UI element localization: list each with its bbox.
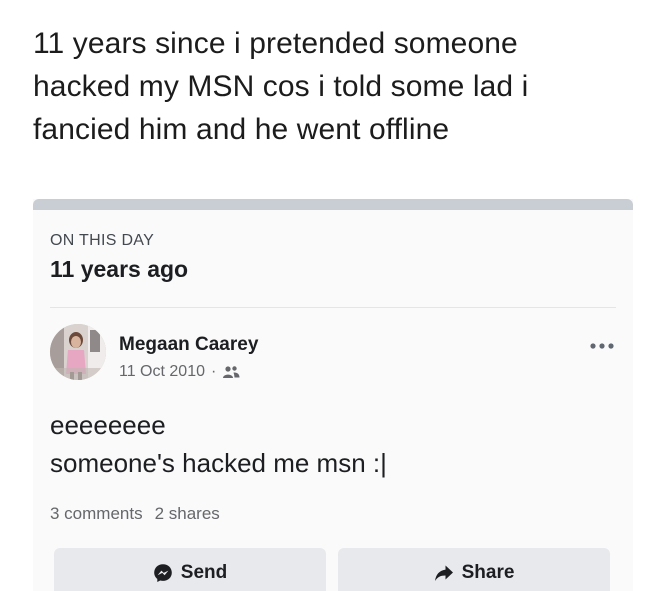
years-ago-title: 11 years ago (50, 256, 189, 282)
avatar[interactable] (50, 324, 106, 380)
tweet-line: fancied him and he went offline (33, 113, 450, 146)
send-label: Send (180, 562, 228, 583)
tweet-text: 11 years since i pretended someone hacke… (33, 22, 643, 151)
share-label: Share (461, 562, 515, 583)
memory-card: ON THIS DAY 11 years ago Megaan Caarey 1… (33, 199, 633, 591)
more-dots-icon (590, 343, 614, 349)
card-top-bar (33, 199, 633, 210)
messenger-icon (153, 564, 172, 582)
post-text-line: someone's hacked me msn :| (50, 448, 387, 478)
more-options-button[interactable] (586, 338, 618, 354)
meta-separator: · (210, 363, 217, 380)
share-button[interactable]: Share (338, 548, 610, 591)
tweet-line: 11 years since i pretended someone (33, 27, 518, 60)
tweet-line: hacked my MSN cos i told some lad i (33, 70, 529, 103)
friends-icon (223, 366, 240, 378)
post-meta: 11 Oct 2010 · (119, 363, 240, 381)
on-this-day-label: ON THIS DAY (50, 232, 155, 249)
profile-photo (50, 324, 106, 380)
post-date[interactable]: 11 Oct 2010 (119, 363, 205, 381)
author-name[interactable]: Megaan Caarey (119, 334, 258, 356)
share-arrow-icon (434, 565, 453, 581)
divider (50, 307, 616, 308)
post-stats: 3 comments 2 shares (50, 504, 220, 524)
memory-card-body: ON THIS DAY 11 years ago Megaan Caarey 1… (33, 210, 633, 591)
shares-count[interactable]: 2 shares (155, 504, 220, 524)
send-button[interactable]: Send (54, 548, 326, 591)
comments-count[interactable]: 3 comments (50, 504, 143, 524)
post-text-line: eeeeeeee (50, 410, 166, 440)
post-body: eeeeeeee someone's hacked me msn :| (50, 406, 387, 482)
